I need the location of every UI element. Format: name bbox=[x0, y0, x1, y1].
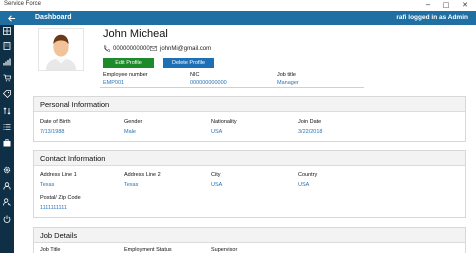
address-line-2-label: Address Line 2 bbox=[124, 172, 161, 178]
gender-value: Male bbox=[124, 129, 136, 135]
address-line-2-value: Texas bbox=[124, 182, 139, 188]
gear-icon[interactable] bbox=[0, 164, 14, 176]
supervisor-label: Supervisor bbox=[211, 247, 238, 253]
section-heading: Job Details bbox=[34, 228, 465, 243]
email-address: johnMi@gmail.com bbox=[160, 45, 212, 52]
edit-profile-button[interactable]: Edit Profile bbox=[103, 58, 154, 68]
dob-value: 7/13/1988 bbox=[40, 129, 65, 135]
tag-icon[interactable] bbox=[0, 88, 14, 100]
divider bbox=[100, 87, 364, 88]
app-header: Dashboard rafi logged in as Admin bbox=[0, 11, 476, 25]
logged-in-user: rafi logged in as Admin bbox=[396, 14, 468, 21]
employee-name: John Micheal bbox=[103, 28, 168, 40]
close-icon[interactable]: ✕ bbox=[458, 0, 472, 11]
grid-icon[interactable] bbox=[0, 25, 14, 37]
window-title-bar: Service Force − □ ✕ bbox=[0, 0, 476, 11]
power-icon[interactable] bbox=[0, 213, 14, 225]
postal-code-value: 1111111111 bbox=[40, 205, 67, 211]
user-key-icon[interactable] bbox=[0, 196, 14, 208]
personal-information-section: Personal Information Date of Birth 7/13/… bbox=[33, 96, 466, 142]
country-value: USA bbox=[298, 182, 310, 188]
gender-label: Gender bbox=[124, 119, 143, 125]
nic-value: 000000000000 bbox=[190, 80, 227, 86]
maximize-icon[interactable]: □ bbox=[439, 0, 453, 11]
job-title-value: Manager bbox=[277, 80, 299, 86]
nationality-label: Nationality bbox=[211, 119, 237, 125]
avatar bbox=[38, 28, 84, 71]
minimize-icon[interactable]: − bbox=[421, 0, 435, 11]
mail-icon bbox=[150, 46, 157, 51]
postal-code-label: Postal/ Zip Code bbox=[40, 195, 81, 201]
dob-label: Date of Birth bbox=[40, 119, 71, 125]
nic-label: NIC bbox=[190, 72, 200, 78]
phone-row: 00000000000 bbox=[103, 45, 150, 52]
employment-status-label: Employment Status bbox=[124, 247, 172, 253]
join-date-value: 3/22/2018 bbox=[298, 129, 323, 135]
employee-number-value: EMP001 bbox=[103, 80, 125, 86]
cart-icon[interactable] bbox=[0, 72, 14, 84]
sort-icon[interactable] bbox=[0, 105, 14, 117]
join-date-label: Join Date bbox=[298, 119, 322, 125]
delete-profile-button[interactable]: Delete Profile bbox=[163, 58, 214, 68]
building-icon[interactable] bbox=[0, 40, 14, 52]
page-title: Dashboard bbox=[35, 14, 72, 21]
app-title: Service Force bbox=[4, 1, 42, 7]
job-details-section: Job Details Job Title Employment Status … bbox=[33, 227, 466, 253]
sidebar bbox=[0, 25, 14, 253]
user-icon[interactable] bbox=[0, 180, 14, 192]
country-label: Country bbox=[298, 172, 318, 178]
briefcase-icon[interactable] bbox=[0, 137, 14, 149]
phone-number: 00000000000 bbox=[113, 45, 150, 52]
job-title-label: Job title bbox=[277, 72, 296, 78]
job-title-field-label: Job Title bbox=[40, 247, 61, 253]
address-line-1-value: Texas bbox=[40, 182, 55, 188]
email-row: johnMi@gmail.com bbox=[150, 45, 211, 52]
back-arrow-icon[interactable] bbox=[4, 11, 18, 25]
city-label: City bbox=[211, 172, 221, 178]
section-heading: Contact Information bbox=[34, 151, 465, 166]
bar-chart-icon[interactable] bbox=[0, 56, 14, 68]
contact-information-section: Contact Information Address Line 1 Texas… bbox=[33, 150, 466, 218]
nationality-value: USA bbox=[211, 129, 223, 135]
employee-number-label: Employee number bbox=[103, 72, 148, 78]
section-heading: Personal Information bbox=[34, 97, 465, 112]
address-line-1-label: Address Line 1 bbox=[40, 172, 77, 178]
phone-icon bbox=[104, 45, 110, 52]
list-icon[interactable] bbox=[0, 121, 14, 133]
city-value: USA bbox=[211, 182, 223, 188]
